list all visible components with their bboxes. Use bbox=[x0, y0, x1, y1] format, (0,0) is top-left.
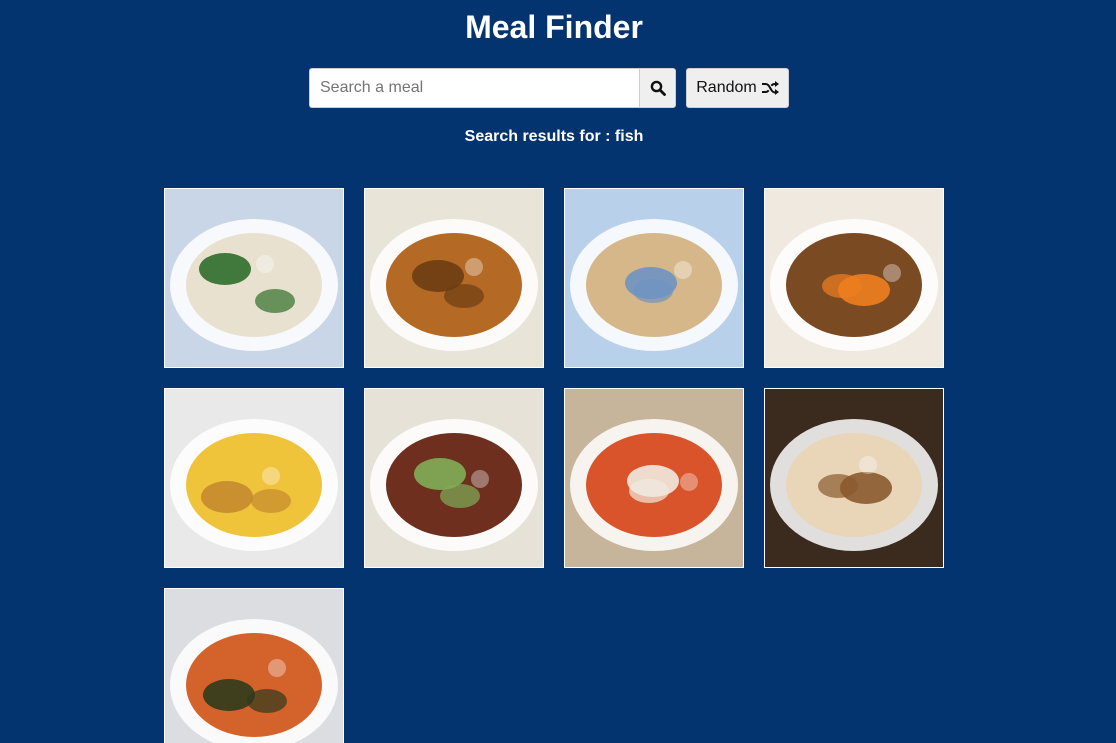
random-button-label: Random bbox=[696, 79, 757, 96]
meal-image bbox=[565, 189, 743, 367]
shuffle-icon bbox=[761, 81, 779, 95]
results-heading: Search results for : fish bbox=[464, 128, 644, 145]
meal-seafood-stew[interactable] bbox=[164, 588, 344, 743]
meal-image bbox=[365, 189, 543, 367]
meal-image bbox=[165, 389, 343, 567]
meal-image bbox=[165, 189, 343, 367]
meal-image bbox=[765, 389, 943, 567]
meal-image bbox=[365, 389, 543, 567]
meal-image bbox=[765, 189, 943, 367]
meal-fish-tacos[interactable] bbox=[764, 388, 944, 568]
meal-image bbox=[165, 589, 343, 743]
meal-fried-fish-carrots[interactable] bbox=[764, 188, 944, 368]
search-button[interactable] bbox=[639, 68, 676, 108]
meals-grid bbox=[164, 188, 944, 743]
meal-seafood-soup[interactable] bbox=[564, 388, 744, 568]
meal-finder-page: Meal Finder Random Search results for : … bbox=[0, 0, 1116, 743]
meal-image bbox=[565, 389, 743, 567]
meal-grilled-sardines[interactable] bbox=[364, 388, 544, 568]
meal-fish-croquettes[interactable] bbox=[364, 188, 544, 368]
search-input[interactable] bbox=[309, 68, 639, 108]
meal-ackee-saltfish[interactable] bbox=[164, 388, 344, 568]
meal-fish-gratin[interactable] bbox=[564, 188, 744, 368]
random-button[interactable]: Random bbox=[686, 68, 789, 108]
search-icon bbox=[650, 80, 666, 96]
page-title: Meal Finder bbox=[465, 9, 643, 45]
search-form: Random bbox=[309, 68, 789, 108]
meal-fish-pie[interactable] bbox=[164, 188, 344, 368]
